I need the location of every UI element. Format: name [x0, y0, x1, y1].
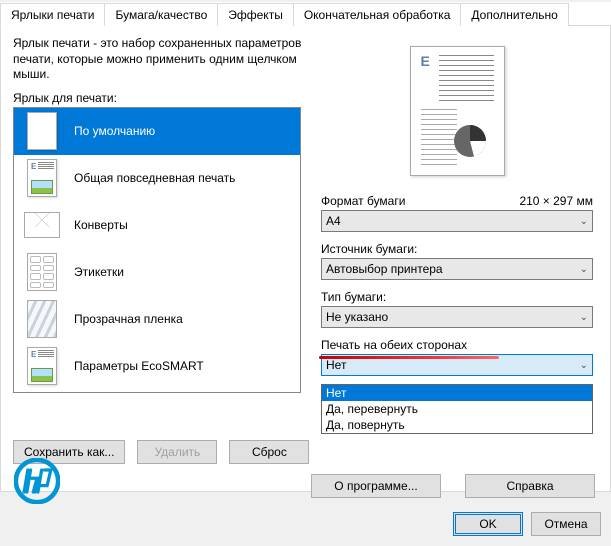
duplex-value: Нет	[326, 358, 346, 372]
paper-source-combo[interactable]: Автовыбор принтера ⌄	[321, 258, 593, 280]
paper-size-label: Формат бумаги	[321, 194, 405, 208]
shortcut-item-label: Параметры EcoSMART	[70, 359, 204, 373]
shortcut-item-label: Прозрачная пленка	[70, 312, 183, 326]
duplex-option-none[interactable]: Нет	[322, 385, 592, 401]
tab-panel: Ярлык печати - это набор сохраненных пар…	[0, 26, 611, 492]
shortcut-item-transparency[interactable]: Прозрачная пленка	[14, 296, 300, 343]
page-preview: E	[410, 46, 505, 176]
chevron-down-icon: ⌄	[580, 312, 588, 323]
shortcut-item-label: Конверты	[70, 218, 128, 232]
shortcut-description: Ярлык печати - это набор сохраненных пар…	[13, 36, 303, 83]
envelope-icon	[18, 205, 66, 245]
preview-e-letter: E	[421, 53, 430, 69]
chevron-down-icon: ⌄	[580, 360, 588, 371]
shortcut-item-label: Этикетки	[70, 265, 124, 279]
duplex-option-rotate[interactable]: Да, повернуть	[322, 417, 592, 433]
right-column: E Формат бумаги 210 × 297 мм A4 ⌄ Источн…	[321, 36, 593, 376]
page-doc-icon: E	[18, 346, 66, 386]
transparency-icon	[18, 299, 66, 339]
shortcut-item-ecosmart[interactable]: E Параметры EcoSMART	[14, 343, 300, 390]
tabs-bar: Ярлыки печати Бумага/качество Эффекты Ок…	[0, 2, 611, 26]
paper-size-combo[interactable]: A4 ⌄	[321, 210, 593, 232]
about-help-row: О программе... Справка	[311, 474, 595, 498]
paper-source-label: Источник бумаги:	[321, 242, 593, 256]
tab-advanced[interactable]: Дополнительно	[460, 3, 568, 26]
dialog-footer: OK Отмена	[453, 512, 601, 536]
paper-size-value: A4	[326, 214, 341, 228]
shortcut-item-label: По умолчанию	[70, 124, 155, 138]
shortcut-item-label: Общая повседневная печать	[70, 171, 235, 185]
tab-shortcuts[interactable]: Ярлыки печати	[0, 3, 105, 26]
about-button[interactable]: О программе...	[311, 474, 441, 498]
shortcut-item-labels[interactable]: Этикетки	[14, 249, 300, 296]
page-doc-icon: E	[18, 158, 66, 198]
shortcut-item-default[interactable]: По умолчанию	[14, 108, 300, 155]
hp-logo-icon	[14, 458, 60, 504]
pie-chart-icon	[450, 121, 490, 161]
shortcut-item-everyday[interactable]: E Общая повседневная печать	[14, 155, 300, 202]
chevron-down-icon: ⌄	[580, 216, 588, 227]
duplex-option-flip[interactable]: Да, перевернуть	[322, 401, 592, 417]
reset-button[interactable]: Сброс	[229, 440, 309, 464]
chevron-down-icon: ⌄	[580, 264, 588, 275]
page-blank-icon	[18, 111, 66, 151]
shortcut-item-envelopes[interactable]: Конверты	[14, 202, 300, 249]
delete-button: Удалить	[137, 440, 217, 464]
ok-button[interactable]: OK	[453, 512, 523, 536]
preview-lines-icon	[439, 55, 494, 103]
labels-icon	[18, 252, 66, 292]
paper-type-value: Не указано	[326, 310, 388, 324]
tab-paper-quality[interactable]: Бумага/качество	[104, 3, 218, 26]
paper-type-combo[interactable]: Не указано ⌄	[321, 306, 593, 328]
shortcut-list[interactable]: По умолчанию E Общая повседневная печать…	[13, 107, 301, 393]
help-button[interactable]: Справка	[465, 474, 595, 498]
paper-source-value: Автовыбор принтера	[326, 262, 443, 276]
paper-size-dim: 210 × 297 мм	[519, 194, 593, 208]
highlight-annotation	[319, 356, 499, 359]
duplex-dropdown[interactable]: Нет Да, перевернуть Да, повернуть	[321, 384, 593, 434]
paper-type-label: Тип бумаги:	[321, 290, 593, 304]
cancel-button[interactable]: Отмена	[531, 512, 601, 536]
tab-effects[interactable]: Эффекты	[217, 3, 294, 26]
tab-finishing[interactable]: Окончательная обработка	[293, 3, 462, 26]
duplex-label: Печать на обеих сторонах	[321, 338, 593, 352]
